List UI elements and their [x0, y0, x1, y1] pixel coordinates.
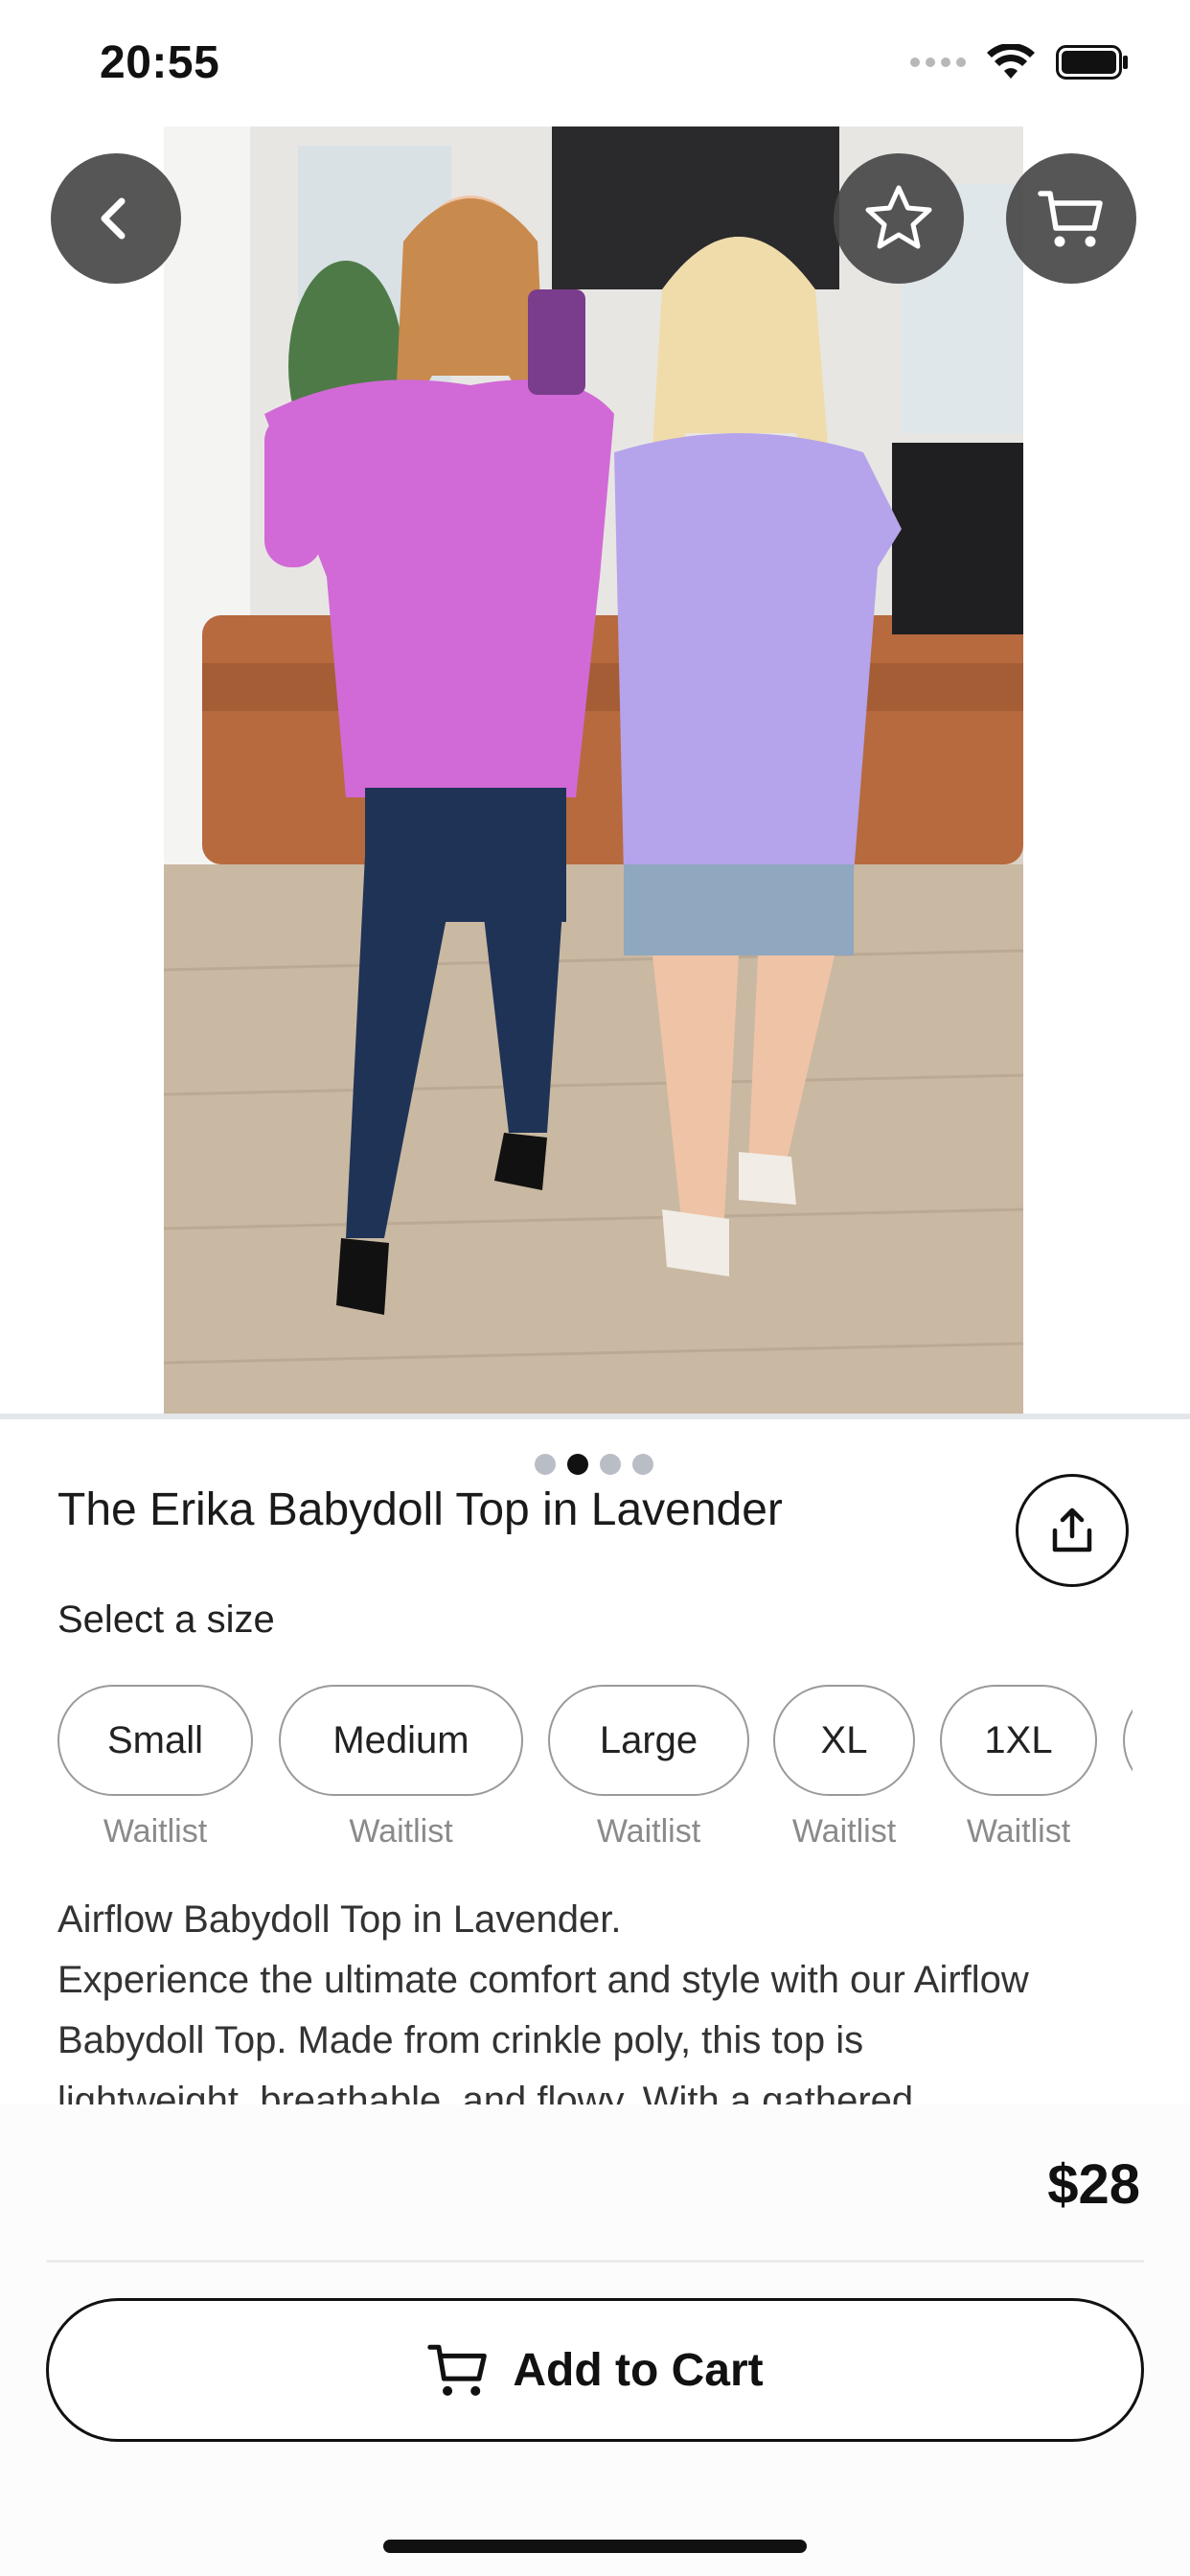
size-pill[interactable]: Small [57, 1685, 253, 1796]
cart-button[interactable] [1006, 153, 1136, 284]
description-line: Airflow Babydoll Top in Lavender. [57, 1898, 622, 1941]
size-pill[interactable]: Large [548, 1685, 749, 1796]
size-status: Waitlist [791, 1813, 897, 1850]
add-to-cart-label: Add to Cart [513, 2344, 764, 2396]
chevron-left-icon [101, 197, 126, 240]
pager-dot[interactable] [535, 1454, 556, 1475]
cart-icon [427, 2344, 488, 2396]
price-divider [46, 2260, 1144, 2263]
size-status: Waitlist [596, 1813, 701, 1850]
add-to-cart-button[interactable]: Add to Cart [46, 2298, 1144, 2442]
size-option-large[interactable]: Large Waitlist [548, 1685, 749, 1851]
purchase-bar: $28 Add to Cart [0, 2104, 1190, 2576]
pager-dot[interactable] [632, 1454, 653, 1475]
description-line: lightweight, breathable, and flowy. With… [57, 2080, 914, 2104]
cart-icon [1038, 191, 1103, 247]
star-icon [865, 185, 932, 249]
battery-icon [1056, 45, 1128, 80]
size-pill[interactable]: XL [773, 1685, 915, 1796]
description-line: Experience the ultimate comfort and styl… [57, 1959, 1029, 2001]
wifi-icon [987, 44, 1035, 79]
size-selector: Small Waitlist Medium Waitlist Large Wai… [57, 1685, 1133, 1857]
size-selector-label: Select a size [57, 1598, 275, 1641]
product-image-carousel[interactable] [0, 126, 1190, 1495]
size-option-next-partial[interactable] [1123, 1685, 1133, 1796]
home-indicator[interactable] [383, 2540, 807, 2553]
size-status: Waitlist [966, 1813, 1071, 1850]
status-bar: 20:55 [0, 0, 1190, 126]
share-button[interactable] [1016, 1474, 1129, 1587]
size-status: Waitlist [349, 1813, 453, 1850]
size-pill[interactable] [1123, 1685, 1133, 1796]
share-icon [1052, 1507, 1092, 1552]
status-time: 20:55 [100, 37, 220, 88]
back-button[interactable] [51, 153, 181, 284]
size-option-medium[interactable]: Medium Waitlist [279, 1685, 523, 1851]
size-option-xl[interactable]: XL Waitlist [773, 1685, 915, 1851]
product-photo [164, 126, 1023, 1414]
signal-icon [910, 58, 966, 67]
pager-dot-active[interactable] [567, 1454, 588, 1475]
size-option-small[interactable]: Small Waitlist [57, 1685, 253, 1851]
product-photo-illustration [164, 126, 1023, 1414]
size-pill[interactable]: Medium [279, 1685, 523, 1796]
description-line: Babydoll Top. Made from crinkle poly, th… [57, 2019, 864, 2061]
size-pill[interactable]: 1XL [940, 1685, 1097, 1796]
pager-dot[interactable] [600, 1454, 621, 1475]
product-price: $28 [1047, 2153, 1140, 2216]
size-status: Waitlist [103, 1813, 208, 1850]
product-description: Airflow Babydoll Top in Lavender. Experi… [57, 1890, 1133, 2104]
hero-divider [0, 1414, 1190, 1419]
favorite-button[interactable] [834, 153, 964, 284]
status-icons [910, 44, 1129, 80]
product-title: The Erika Babydoll Top in Lavender [57, 1484, 783, 1535]
size-option-1xl[interactable]: 1XL Waitlist [940, 1685, 1097, 1851]
